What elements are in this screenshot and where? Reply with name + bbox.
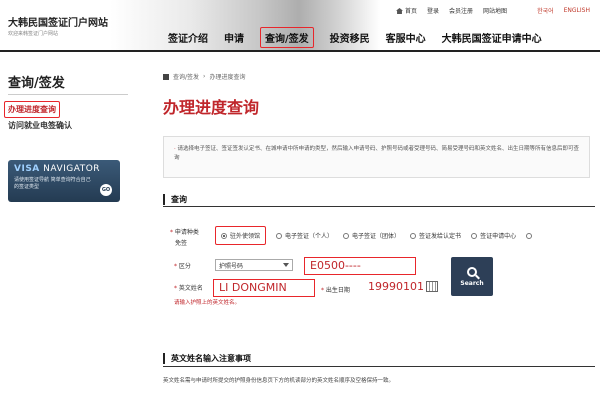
utility-bar: 首页 登录 会员注册 网站地图 한국어 ENGLISH	[396, 6, 590, 15]
radio-evisa-individual[interactable]: 电子签证（个人）	[276, 231, 333, 240]
section-divider	[163, 366, 595, 367]
visa-free-label: 免签	[175, 240, 188, 247]
birth-date-input[interactable]: 19990101	[367, 278, 425, 296]
home-icon	[396, 8, 403, 14]
radio-selected-icon	[221, 232, 227, 239]
name-hint: 请输入护照上的英文姓名。	[174, 300, 241, 306]
section-heading: 查询	[163, 194, 187, 205]
section-heading-name-notes: 英文姓名输入注意事项	[163, 353, 251, 364]
notice-text: 请选择电子签证、签证签发认定书、在城申请中所申请的类型，然后输入申请号码、护照号…	[174, 146, 580, 161]
english-name-input[interactable]: LI DONGMIN	[213, 279, 315, 297]
radio-icon	[276, 232, 283, 239]
radio-icon	[343, 232, 350, 239]
page-title: 办理进度查询	[163, 98, 260, 117]
application-type-label: * 申请种类	[170, 229, 199, 236]
division-select[interactable]: 护照号码	[215, 259, 293, 271]
passport-number-input[interactable]: E0500----	[304, 257, 416, 275]
register-link[interactable]: 会员注册	[449, 6, 473, 15]
chevron-down-icon	[283, 263, 289, 267]
name-notes-text: 英文姓名需与申请时所提交的护照身份信息页下方的机读部分的英文姓名顺序及空格保持一…	[163, 378, 395, 384]
radio-icon	[471, 232, 478, 239]
visa-navigator-subtitle: 请使用签证导航 简单查询符合自己的签证类型	[14, 177, 91, 190]
breadcrumb-item[interactable]: 查询/签发	[173, 72, 199, 81]
section-divider	[163, 206, 595, 207]
home-link[interactable]: 首页	[396, 6, 417, 15]
home-icon[interactable]	[163, 73, 169, 80]
english-name-label: * 英文姓名	[174, 285, 203, 292]
go-button[interactable]: GO	[100, 184, 112, 196]
sidebar-item-progress-inquiry[interactable]: 办理进度查询	[4, 101, 60, 118]
site-logo-title[interactable]: 大韩民国签证门户网站	[8, 14, 108, 29]
language-english-link[interactable]: ENGLISH	[564, 7, 590, 14]
sidebar-divider	[8, 94, 128, 95]
calendar-icon[interactable]	[426, 281, 438, 292]
notice-box: · 请选择电子签证、签证签发认定书、在城申请中所申请的类型，然后输入申请号码、护…	[163, 136, 590, 178]
radio-visa-issuance-cert[interactable]: 签证发给认定书	[410, 231, 461, 240]
search-icon	[467, 266, 477, 277]
visa-navigator-title: VISA NAVIGATOR	[14, 164, 101, 174]
nav-inquiry-issue[interactable]: 查询/签发	[260, 27, 314, 48]
radio-evisa-group[interactable]: 电子签证（团体）	[343, 231, 400, 240]
sitemap-link[interactable]: 网站地图	[483, 6, 507, 15]
site-logo-subtitle: 欢迎来韩签证门户网站	[8, 31, 59, 37]
nav-visa-intro[interactable]: 签证介绍	[168, 30, 208, 48]
visa-navigator-banner[interactable]: VISA NAVIGATOR 请使用签证导航 简单查询符合自己的签证类型 GO	[8, 160, 120, 202]
division-label: * 区分	[174, 263, 191, 270]
nav-visa-application-center[interactable]: 大韩民国签证申请中心	[442, 30, 542, 48]
sidebar-item-visit-employment-confirm[interactable]: 访问就业电签确认	[8, 120, 72, 131]
breadcrumb-item: 办理进度查询	[209, 74, 246, 81]
sidebar-title: 查询/签发	[8, 76, 65, 91]
nav-apply[interactable]: 申请	[224, 30, 244, 48]
main-nav: 签证介绍 申请 查询/签发 投资移民 客服中心 大韩民国签证申请中心	[168, 27, 558, 48]
header-divider	[0, 50, 600, 52]
radio-visa-center[interactable]: 签证申请中心	[471, 231, 516, 240]
application-type-radios: 驻外使领馆 电子签证（个人） 电子签证（团体） 签证发给认定书 签证申请中心	[215, 226, 535, 245]
chevron-right-icon: ›	[203, 73, 206, 80]
radio-extra[interactable]	[526, 232, 533, 239]
site-header: 大韩民国签证门户网站 欢迎来韩签证门户网站 首页 登录 会员注册 网站地图 한국…	[0, 0, 600, 52]
radio-icon	[410, 232, 417, 239]
birth-date-label: * 出生日期	[321, 287, 350, 294]
breadcrumb: 查询/签发 › 办理进度查询	[163, 72, 245, 81]
login-link[interactable]: 登录	[427, 6, 439, 15]
radio-overseas-mission[interactable]: 驻外使领馆	[215, 226, 267, 245]
search-button[interactable]: Search	[451, 257, 493, 296]
nav-investment-immigration[interactable]: 投资移民	[330, 30, 370, 48]
nav-customer-center[interactable]: 客服中心	[386, 30, 426, 48]
language-korean-link[interactable]: 한국어	[537, 6, 554, 15]
